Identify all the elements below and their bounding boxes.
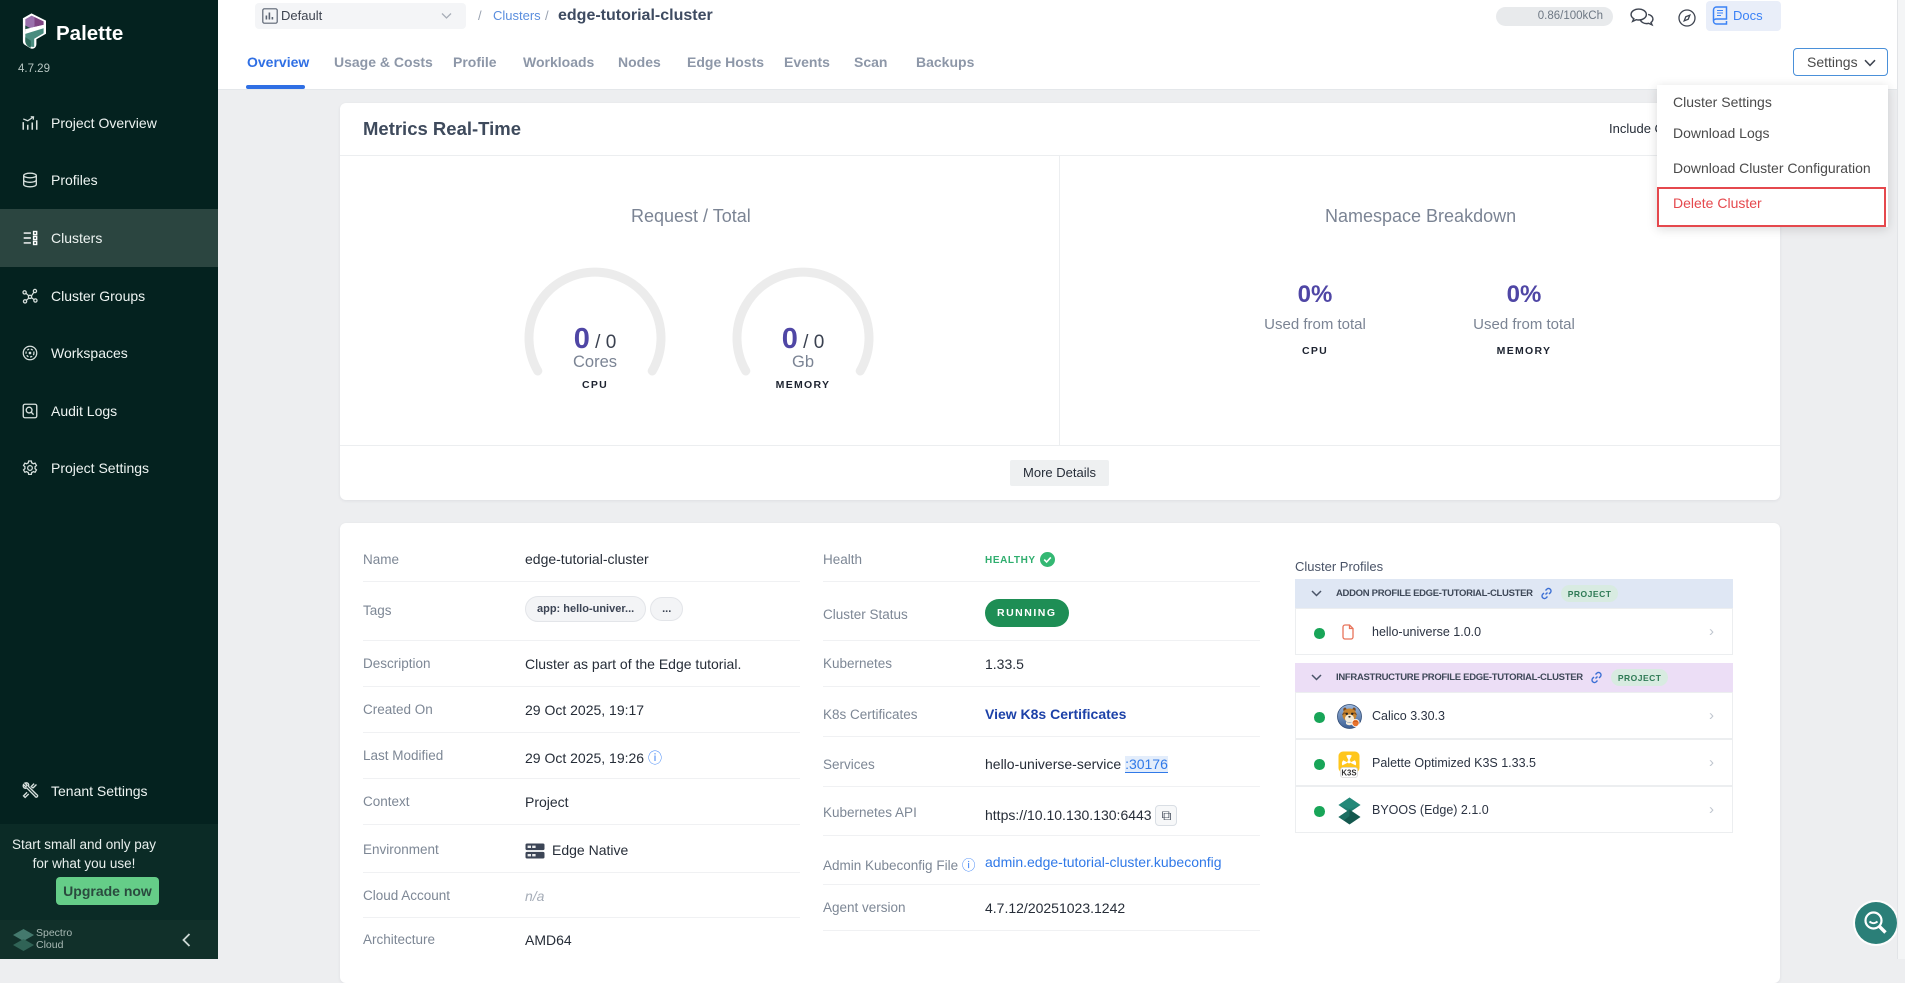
svg-text:K3S: K3S [1341,768,1356,777]
